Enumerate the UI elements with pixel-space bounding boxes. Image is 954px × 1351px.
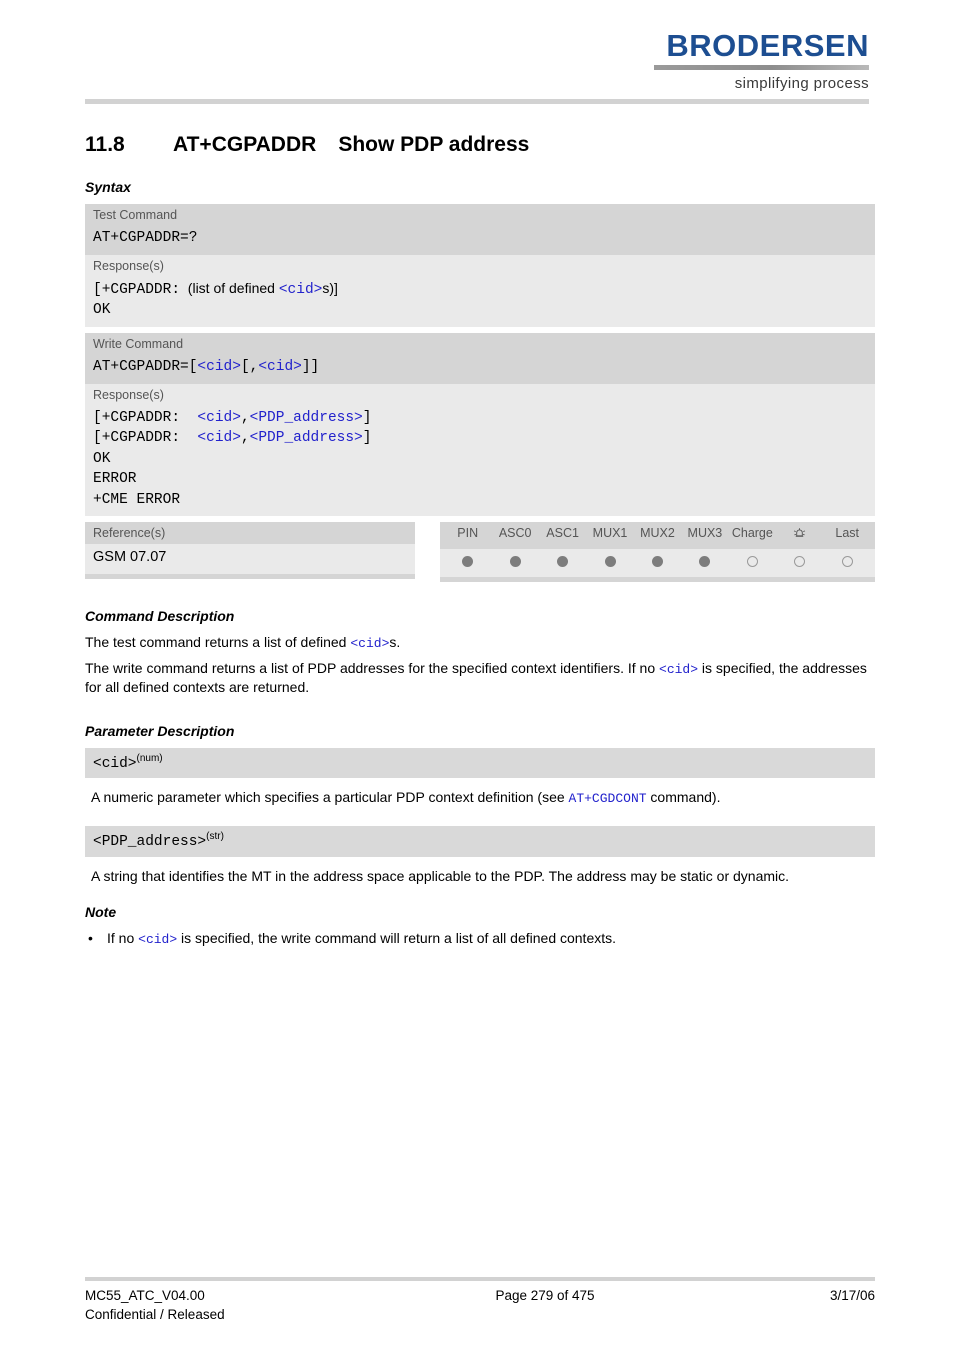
capability-column-mux1: MUX1 [592, 526, 628, 541]
reference-capability-row: Reference(s) GSM 07.07 PIN ASC0 ASC1 MUX… [85, 522, 875, 582]
write-response-code: [+CGPADDR: <cid>,<PDP_address>] [+CGPADD… [85, 405, 875, 517]
parameter-name-pdp-address: <PDP_address>(str) [85, 826, 875, 857]
parameter-desc-pdp-address: A string that identifies the MT in the a… [91, 867, 790, 884]
footer-row-primary: MC55_ATC_V04.00 Page 279 of 475 3/17/06 [85, 1287, 875, 1306]
command-description-para-2: The write command returns a list of PDP … [85, 659, 867, 696]
syntax-heading: Syntax [85, 179, 131, 196]
reference-label: Reference(s) [85, 522, 415, 545]
note-list: • If no <cid> is specified, the write co… [85, 929, 875, 948]
capability-footer-band [440, 576, 875, 582]
parameter-desc-cid: A numeric parameter which specifies a pa… [91, 789, 721, 807]
capability-column-pin: PIN [457, 526, 479, 541]
reference-value: GSM 07.07 [85, 544, 415, 575]
test-command-code: AT+CGPADDR=? [85, 226, 875, 255]
logo-divider-bar [654, 65, 869, 70]
parameter-entry-cid: <cid>(num) A numeric parameter which spe… [85, 747, 875, 808]
footer-classification: Confidential / Released [85, 1307, 225, 1323]
footer-divider [85, 1277, 875, 1282]
note-list-item: • If no <cid> is specified, the write co… [85, 929, 875, 948]
page-content: 11.8 AT+CGPADDR Show PDP address Syntax … [85, 132, 875, 948]
capability-dot-alarm [776, 554, 823, 570]
write-command-code: AT+CGPADDR=[<cid>[,<cid>]] [85, 354, 875, 384]
test-response-label: Response(s) [85, 254, 875, 277]
document-page: BRODERSEN simplifying process 11.8 AT+CG… [0, 0, 954, 1351]
page-title: 11.8 AT+CGPADDR Show PDP address [85, 132, 875, 157]
parameter-name-cid: <cid>(num) [85, 747, 875, 779]
page-header: BRODERSEN simplifying process [0, 0, 954, 112]
capability-block: PIN ASC0 ASC1 MUX1 MUX2 MUX3 Charge Last [440, 522, 875, 582]
capability-column-alarm [776, 526, 823, 546]
test-command-label: Test Command [85, 204, 875, 227]
section-number: 11.8 [85, 133, 125, 156]
parameter-entry-pdp-address: <PDP_address>(str) A string that identif… [85, 826, 875, 885]
reference-block: Reference(s) GSM 07.07 [85, 522, 415, 581]
capability-column-asc1: ASC1 [546, 526, 579, 541]
logo-tagline: simplifying process [734, 75, 869, 92]
capability-column-mux3: MUX3 [687, 526, 723, 541]
syntax-table: Test Command AT+CGPADDR=? Response(s) [+… [85, 204, 875, 517]
param-token-cid: <cid> [197, 358, 241, 375]
capability-dot-asc0 [491, 554, 538, 570]
capability-dot-mux3 [681, 554, 728, 570]
capability-value-row [440, 549, 875, 577]
bullet-icon: • [88, 930, 93, 947]
note-item-text: If no <cid> is specified, the write comm… [107, 930, 617, 948]
param-token-cid: <cid> [138, 932, 178, 948]
command-description-para-1: The test command returns a list of defin… [85, 633, 401, 651]
link-at-cgdcont[interactable]: AT+CGDCONT [569, 791, 647, 806]
param-token-cid: <cid> [350, 635, 390, 651]
capability-column-mux2: MUX2 [640, 526, 675, 541]
capability-column-asc0: ASC0 [498, 526, 532, 541]
alarm-bell-icon [792, 526, 807, 546]
logo-wordmark: BRODERSEN [666, 28, 869, 63]
write-command-label: Write Command [85, 332, 875, 355]
capability-dot-charge [729, 554, 776, 570]
capability-dot-mux2 [634, 554, 681, 570]
param-token-cid: <cid> [278, 281, 323, 298]
footer-date: 3/17/06 [829, 1288, 875, 1304]
param-token-cid: <cid> [659, 661, 699, 677]
section-title-text: Show PDP address [338, 133, 530, 156]
capability-column-charge: Charge [731, 526, 773, 541]
capability-header-row: PIN ASC0 ASC1 MUX1 MUX2 MUX3 Charge Last [440, 522, 875, 550]
note-heading: Note [85, 904, 117, 921]
capability-column-last: Last [835, 526, 860, 541]
parameter-description-heading: Parameter Description [85, 722, 235, 739]
capability-dot-asc1 [539, 554, 586, 570]
param-token-cid: <cid> [258, 358, 302, 375]
test-response-code: [+CGPADDR: (list of defined <cid>s)] OK [85, 276, 875, 327]
section-command-name: AT+CGPADDR [173, 133, 317, 156]
write-response-label: Response(s) [85, 383, 875, 406]
command-description-heading: Command Description [85, 607, 235, 624]
footer-page-number: Page 279 of 475 [495, 1288, 595, 1304]
reference-footer-band [85, 574, 415, 580]
capability-dot-last [824, 554, 871, 570]
capability-dot-mux1 [586, 554, 633, 570]
page-footer: MC55_ATC_V04.00 Page 279 of 475 3/17/06 … [85, 1277, 875, 1325]
capability-dot-pin [444, 554, 491, 570]
footer-doc-id: MC55_ATC_V04.00 [85, 1288, 205, 1304]
brodersen-logo: BRODERSEN simplifying process [654, 30, 869, 92]
header-divider [85, 99, 869, 104]
